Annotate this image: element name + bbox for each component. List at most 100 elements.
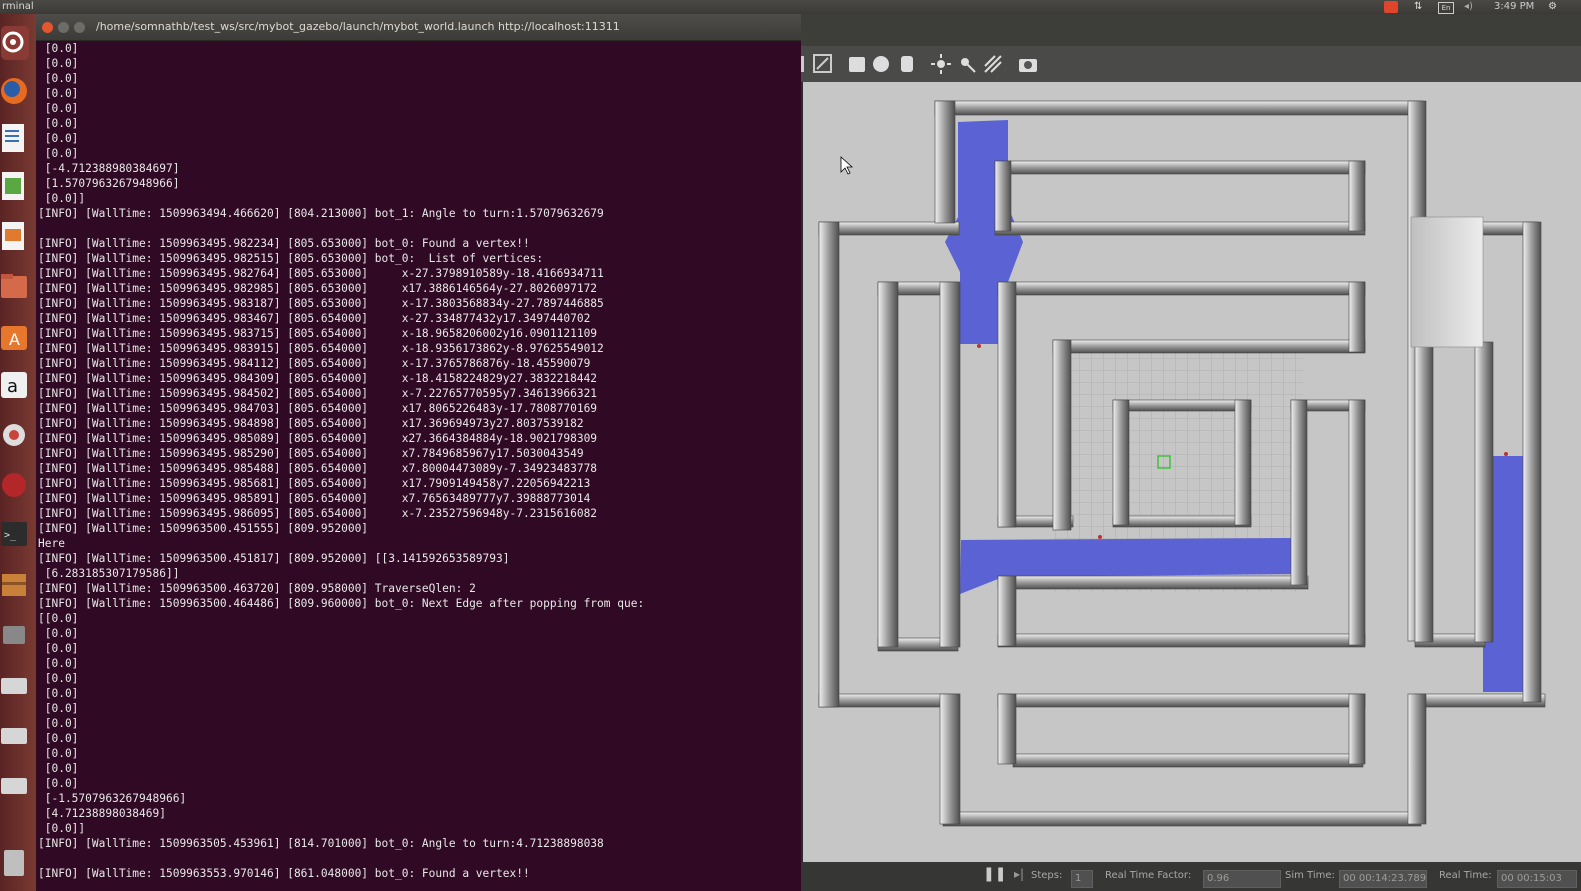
- pause-icon[interactable]: ❚❚: [983, 866, 1006, 882]
- impress-icon[interactable]: [1, 220, 29, 254]
- terminal-line: [INFO] [WallTime: 1509963495.984112] [80…: [38, 357, 591, 370]
- rtf-value: 0.96: [1203, 870, 1281, 888]
- close-icon[interactable]: [42, 22, 53, 33]
- writer-icon[interactable]: [1, 122, 29, 156]
- real-time-label: Real Time:: [1439, 870, 1492, 881]
- gazebo-window[interactable]: ❚❚ ▸| Steps: 1 Real Time Factor: 0.96 Si…: [801, 14, 1581, 891]
- terminal-line: [INFO] [WallTime: 1509963553.970146] [86…: [38, 867, 530, 880]
- system-settings-icon[interactable]: [1, 418, 29, 452]
- terminal-line: [INFO] [WallTime: 1509963500.451817] [80…: [38, 552, 510, 565]
- terminal-output[interactable]: [0.0] [0.0] [0.0] [0.0] [0.0] [0.0] [0.0…: [38, 41, 798, 891]
- app-icon[interactable]: [1, 618, 29, 652]
- terminal-line: [INFO] [WallTime: 1509963500.451555] [80…: [38, 522, 369, 535]
- top-panel: rminal ⇅ En ◂) 3:49 PM ⚙: [0, 0, 1581, 14]
- terminal-line: [0.0]: [38, 87, 79, 100]
- terminal-line: [0.0]: [38, 147, 79, 160]
- files-icon[interactable]: [1, 270, 29, 304]
- camera-icon[interactable]: [1018, 54, 1038, 74]
- terminal-line: [0.0]: [38, 627, 79, 640]
- keyboard-layout-icon[interactable]: En: [1438, 2, 1454, 14]
- terminal-window[interactable]: /home/somnathb/test_ws/src/mybot_gazebo/…: [36, 14, 801, 891]
- step-icon[interactable]: ▸|: [1014, 867, 1024, 881]
- terminal-line: [INFO] [WallTime: 1509963495.982234] [80…: [38, 237, 530, 250]
- volume-icon[interactable]: ◂): [1464, 0, 1473, 14]
- terminal-titlebar[interactable]: /home/somnathb/test_ws/src/mybot_gazebo/…: [36, 14, 801, 41]
- terminal-line: [INFO] [WallTime: 1509963495.983187] [80…: [38, 297, 604, 310]
- terminal-line: [INFO] [WallTime: 1509963495.983467] [80…: [38, 312, 591, 325]
- terminal-line: [INFO] [WallTime: 1509963495.984502] [80…: [38, 387, 598, 400]
- terminal-line: [0.0]: [38, 672, 79, 685]
- network-icon[interactable]: ⇅: [1414, 0, 1422, 14]
- firefox-icon[interactable]: [1, 74, 29, 108]
- calc-icon[interactable]: [1, 170, 29, 204]
- svg-text:>_: >_: [4, 530, 17, 541]
- sphere-icon[interactable]: [871, 54, 891, 74]
- terminal-line: [INFO] [WallTime: 1509963495.982985] [80…: [38, 282, 598, 295]
- dash-home-icon[interactable]: [1, 26, 29, 60]
- terminal-line: [0.0]: [38, 687, 79, 700]
- clock[interactable]: 3:49 PM: [1494, 0, 1534, 14]
- terminal-title: /home/somnathb/test_ws/src/mybot_gazebo/…: [96, 20, 620, 33]
- terminal-line: [INFO] [WallTime: 1509963495.982764] [80…: [38, 267, 604, 280]
- drive-icon[interactable]: [1, 718, 29, 752]
- terminal-icon[interactable]: >_: [1, 518, 29, 552]
- steps-label: Steps:: [1031, 870, 1063, 881]
- terminal-line: [INFO] [WallTime: 1509963495.985089] [80…: [38, 432, 598, 445]
- terminal-line: [INFO] [WallTime: 1509963495.985290] [80…: [38, 447, 584, 460]
- sun-icon[interactable]: [931, 54, 951, 74]
- robot-marker[interactable]: [1098, 535, 1102, 539]
- svg-text:a: a: [7, 376, 18, 397]
- terminal-line: [0.0]: [38, 657, 79, 670]
- terminal-line: [-4.71238898038469​7]: [38, 162, 180, 175]
- amazon-icon[interactable]: a: [1, 368, 29, 402]
- spot-light-icon[interactable]: [957, 54, 977, 74]
- terminal-line: [0.0]: [38, 132, 79, 145]
- cylinder-icon[interactable]: [897, 54, 917, 74]
- package-icon[interactable]: [1, 568, 29, 602]
- notification-indicator-icon[interactable]: [1384, 1, 1398, 13]
- terminal-line: [4.71238898038469]: [38, 807, 166, 820]
- terminal-line: [INFO] [WallTime: 1509963494.466620] [80…: [38, 207, 604, 220]
- power-gear-icon[interactable]: ⚙: [1548, 0, 1557, 14]
- terminal-line: [INFO] [WallTime: 1509963495.983915] [80…: [38, 342, 604, 355]
- translate-icon[interactable]: [813, 54, 833, 74]
- terminal-line: [[0.0]: [38, 612, 79, 625]
- box-icon[interactable]: [847, 54, 867, 74]
- terminal-line: [0.0]: [38, 762, 79, 775]
- terminal-line: [-1.5707963267948966]: [38, 792, 187, 805]
- box-model[interactable]: [1410, 216, 1484, 348]
- robot-marker[interactable]: [1504, 452, 1508, 456]
- terminal-line: [INFO] [WallTime: 1509963495.984309] [80…: [38, 372, 598, 385]
- launcher: A a >_: [0, 14, 36, 891]
- steps-field[interactable]: 1: [1071, 870, 1093, 888]
- terminal-line: [0.0]: [38, 102, 79, 115]
- drive-icon[interactable]: [1, 668, 29, 702]
- terminal-line: [INFO] [WallTime: 1509963500.464486] [80…: [38, 597, 645, 610]
- red-app-icon[interactable]: [1, 468, 29, 502]
- svg-text:A: A: [9, 330, 20, 349]
- maze-world[interactable]: [803, 82, 1581, 862]
- sim-time-value: 00 00:14:23.789: [1339, 870, 1427, 888]
- terminal-line: [INFO] [WallTime: 1509963500.463720] [80…: [38, 582, 476, 595]
- real-time-value: 00 00:15:03: [1497, 870, 1577, 888]
- terminal-line: [1.5707963267948966]: [38, 177, 180, 190]
- robot-marker[interactable]: [977, 344, 981, 348]
- terminal-line: [INFO] [WallTime: 1509963505.453961] [81…: [38, 837, 604, 850]
- gazebo-3d-scene[interactable]: [803, 82, 1581, 862]
- gazebo-toolbar: [801, 46, 1581, 82]
- dir-light-icon[interactable]: [983, 54, 1003, 74]
- maximize-icon[interactable]: [74, 22, 85, 33]
- terminal-line: [0.0]: [38, 72, 79, 85]
- rtf-label: Real Time Factor:: [1105, 870, 1192, 881]
- trash-icon[interactable]: [1, 844, 29, 878]
- software-center-icon[interactable]: A: [1, 320, 29, 354]
- drive-icon[interactable]: [1, 768, 29, 802]
- terminal-line: [0.0]: [38, 57, 79, 70]
- terminal-line: [INFO] [WallTime: 1509963495.986095] [80…: [38, 507, 598, 520]
- terminal-line: [0.0]]: [38, 192, 86, 205]
- terminal-line: [0.0]: [38, 777, 79, 790]
- terminal-line: [0.0]: [38, 117, 79, 130]
- minimize-icon[interactable]: [58, 22, 69, 33]
- terminal-line: [0.0]: [38, 702, 79, 715]
